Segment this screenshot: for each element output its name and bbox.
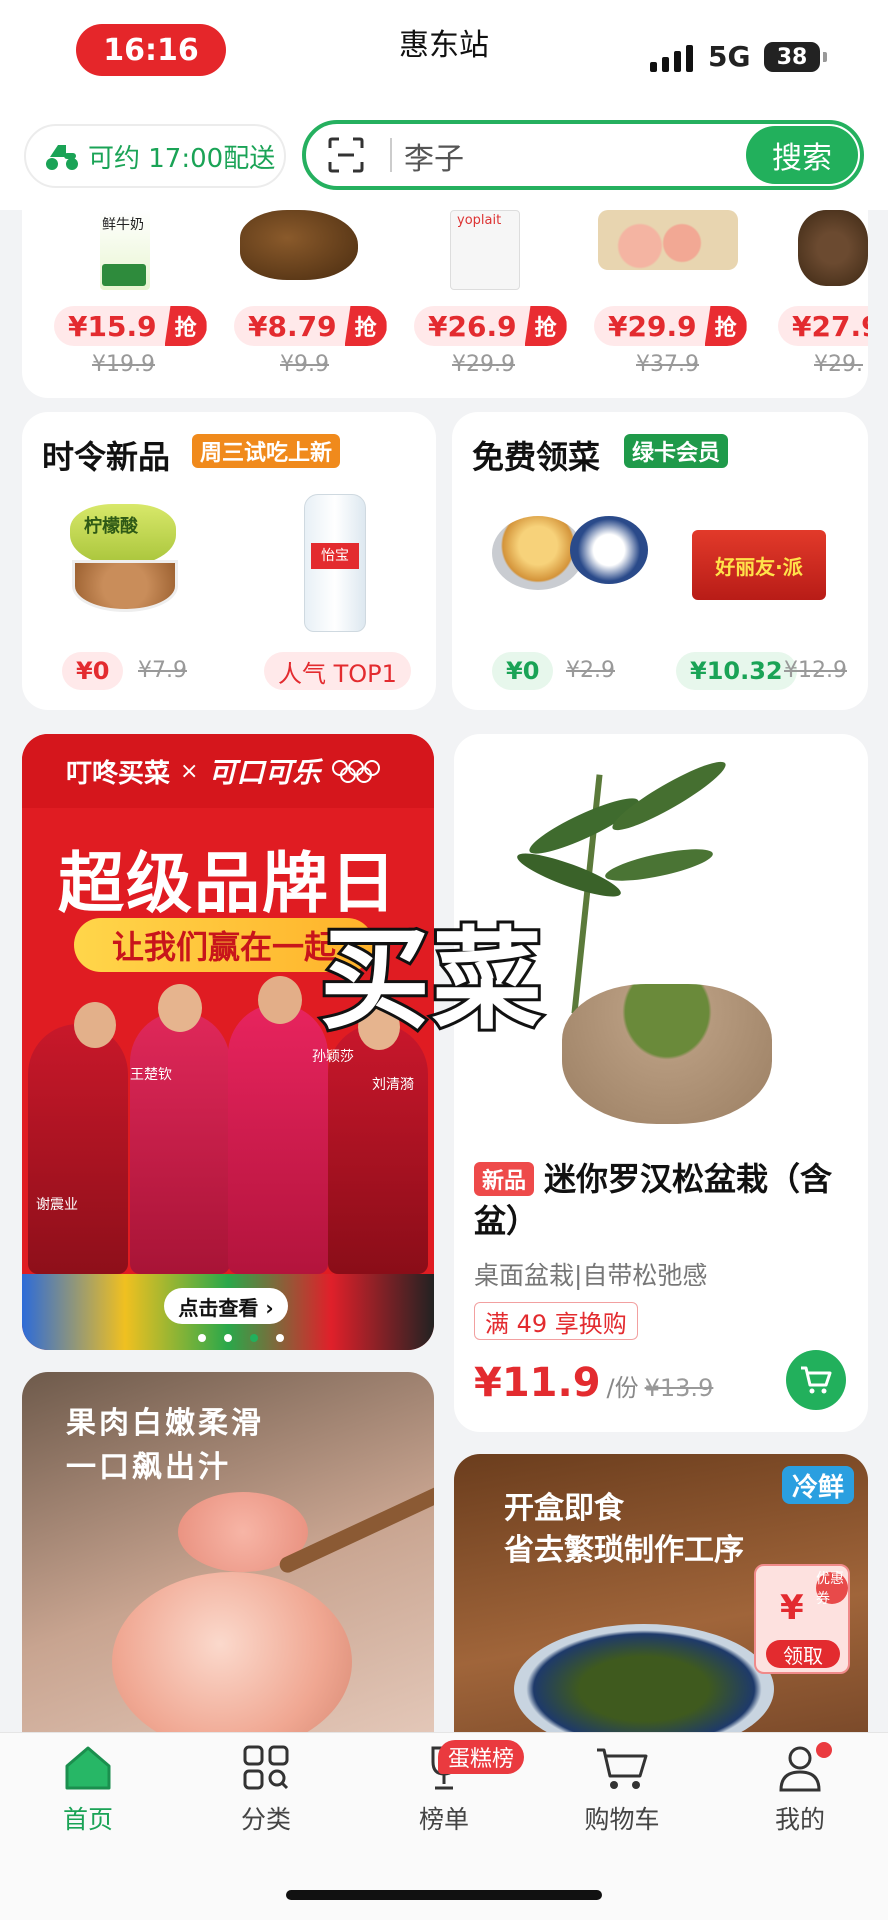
product-image-milk[interactable]: 鲜牛奶 [100,210,150,290]
seasonal-card[interactable]: 时令新品 周三试吃上新 柠檬酸 怡宝 ¥0 ¥7.9 人气 TOP1 [22,412,436,710]
product-card-plant[interactable]: 新品 迷你罗汉松盆栽（含盆） 桌面盆栽|自带松弛感 满 49 享换购 ¥11.9… [454,734,868,1432]
cart-icon [801,1366,832,1394]
signal-icon [650,44,693,72]
carousel-dots[interactable] [198,1334,284,1342]
home-indicator [286,1890,602,1900]
banner-view-button[interactable]: 点击查看 › [164,1288,288,1324]
free-veg-title: 免费领菜 [472,438,601,476]
ready-to-eat-banner[interactable]: 冷鲜 开盒即食 省去繁琐制作工序 优惠券 ¥ 领取 [454,1454,868,1734]
athlete-face [74,1002,116,1048]
peach-image [112,1572,352,1732]
delivery-label: 可约 17:00配送 [88,143,276,174]
member-badge: 绿卡会员 [624,434,729,468]
free-price-1: ¥10.32 [676,652,797,690]
yen-icon: ¥ [780,1588,804,1628]
cold-fresh-badge: 冷鲜 [781,1466,854,1504]
ready-banner-text: 开盒即食 省去繁琐制作工序 [504,1491,744,1568]
athlete-figure [228,1004,328,1274]
category-icon [243,1745,289,1790]
search-input[interactable]: 李子 [404,134,464,178]
network-type: 5G [708,40,751,73]
delivery-time-button[interactable]: 可约 17:00配送 [24,124,286,188]
search-divider [390,138,392,172]
free-original-0: ¥2.9 [566,658,615,683]
battery-icon: 38 [764,42,827,72]
plant-leaf [602,842,716,888]
home-icon [65,1746,111,1790]
tart-box [570,516,648,584]
product-image-peach[interactable] [598,210,738,270]
fruit-banner-text: 果肉白嫩柔滑 一口飙出汁 [66,1406,264,1485]
flash-original-1: ¥9.9 [280,352,329,377]
product-image-dried[interactable] [240,210,358,280]
brand-logo: 叮咚买菜 [66,758,171,789]
product-image-peanuts[interactable]: 柠檬酸 [70,504,176,566]
flash-sale-strip: 鲜牛奶 yoplait ¥15.9 抢 ¥19.9 ¥8.79 抢 ¥9.9 ¥26… [22,210,868,398]
athlete-figure [28,1024,128,1274]
coupon[interactable]: 优惠券 ¥ 领取 [754,1564,850,1674]
product-image-chocopie[interactable]: 好丽友·派 [692,530,826,600]
seasonal-badge: 周三试吃上新 [192,434,341,468]
plant-leaf [606,753,732,839]
olympic-rings-icon [332,760,381,783]
ranking-badge: 蛋糕榜 [438,1740,525,1774]
flash-price-0[interactable]: ¥15.9 抢 [54,306,207,346]
overlay-caption: 买菜 [317,913,545,1047]
free-veg-card[interactable]: 免费领菜 绿卡会员 好丽友·派 ¥0 ¥2.9 ¥10.32 ¥12.9 [452,412,868,710]
athlete-face [258,976,302,1024]
product-unit: /份 [606,1374,639,1402]
athlete-face [158,984,202,1032]
flash-original-0: ¥19.9 [92,352,155,377]
product-desc: 桌面盆栽|自带松弛感 [474,1261,708,1290]
seasonal-original-0: ¥7.9 [138,658,187,683]
athlete-figure [130,1012,230,1274]
free-price-0: ¥0 [492,652,554,690]
tab-home[interactable]: 首页 [28,1744,148,1836]
plant-pot [562,984,772,1124]
flash-original-3: ¥37.9 [636,352,699,377]
coupon-claim-button[interactable]: 领取 [766,1640,840,1668]
tab-profile[interactable]: 我的 [740,1744,860,1836]
flash-price-4[interactable]: ¥27.9 [778,306,868,346]
promo-tag: 满 49 享换购 [474,1302,638,1340]
noodle-bowl-image [514,1624,774,1734]
product-image-nuts[interactable] [798,210,868,286]
flash-original-4: ¥29. [814,352,863,377]
seasonal-top-label: 人气 TOP1 [264,652,411,690]
scooter-icon [46,145,78,170]
seasonal-title: 时令新品 [42,438,171,476]
tab-cart[interactable]: 购物车 [562,1744,682,1836]
product-image-water[interactable]: 怡宝 [304,494,366,632]
search-button[interactable]: 搜索 [746,126,858,184]
scan-icon[interactable] [328,137,364,173]
station-name: 惠东站 [399,28,489,63]
free-original-1: ¥12.9 [784,658,847,683]
flash-price-2[interactable]: ¥26.9 抢 [414,306,567,346]
flash-price-1[interactable]: ¥8.79 抢 [234,306,387,346]
flash-price-3[interactable]: ¥29.9 抢 [594,306,747,346]
product-original-price: ¥13.9 [644,1374,714,1402]
flash-original-2: ¥29.9 [452,352,515,377]
seasonal-price-0: ¥0 [62,652,124,690]
add-to-cart-button[interactable] [786,1350,846,1410]
product-image-yogurt[interactable]: yoplait [450,210,520,290]
partner-logo: 可口可乐 [208,756,321,789]
tab-category[interactable]: 分类 [206,1744,326,1836]
product-price: ¥11.9 [474,1360,601,1406]
product-name: 迷你罗汉松盆栽（含盆） [474,1160,833,1240]
notification-dot [816,1742,832,1758]
peanut-bowl [72,560,178,612]
cart-icon [597,1748,648,1789]
fruit-banner[interactable]: 果肉白嫩柔滑 一口飙出汁 [22,1372,434,1732]
